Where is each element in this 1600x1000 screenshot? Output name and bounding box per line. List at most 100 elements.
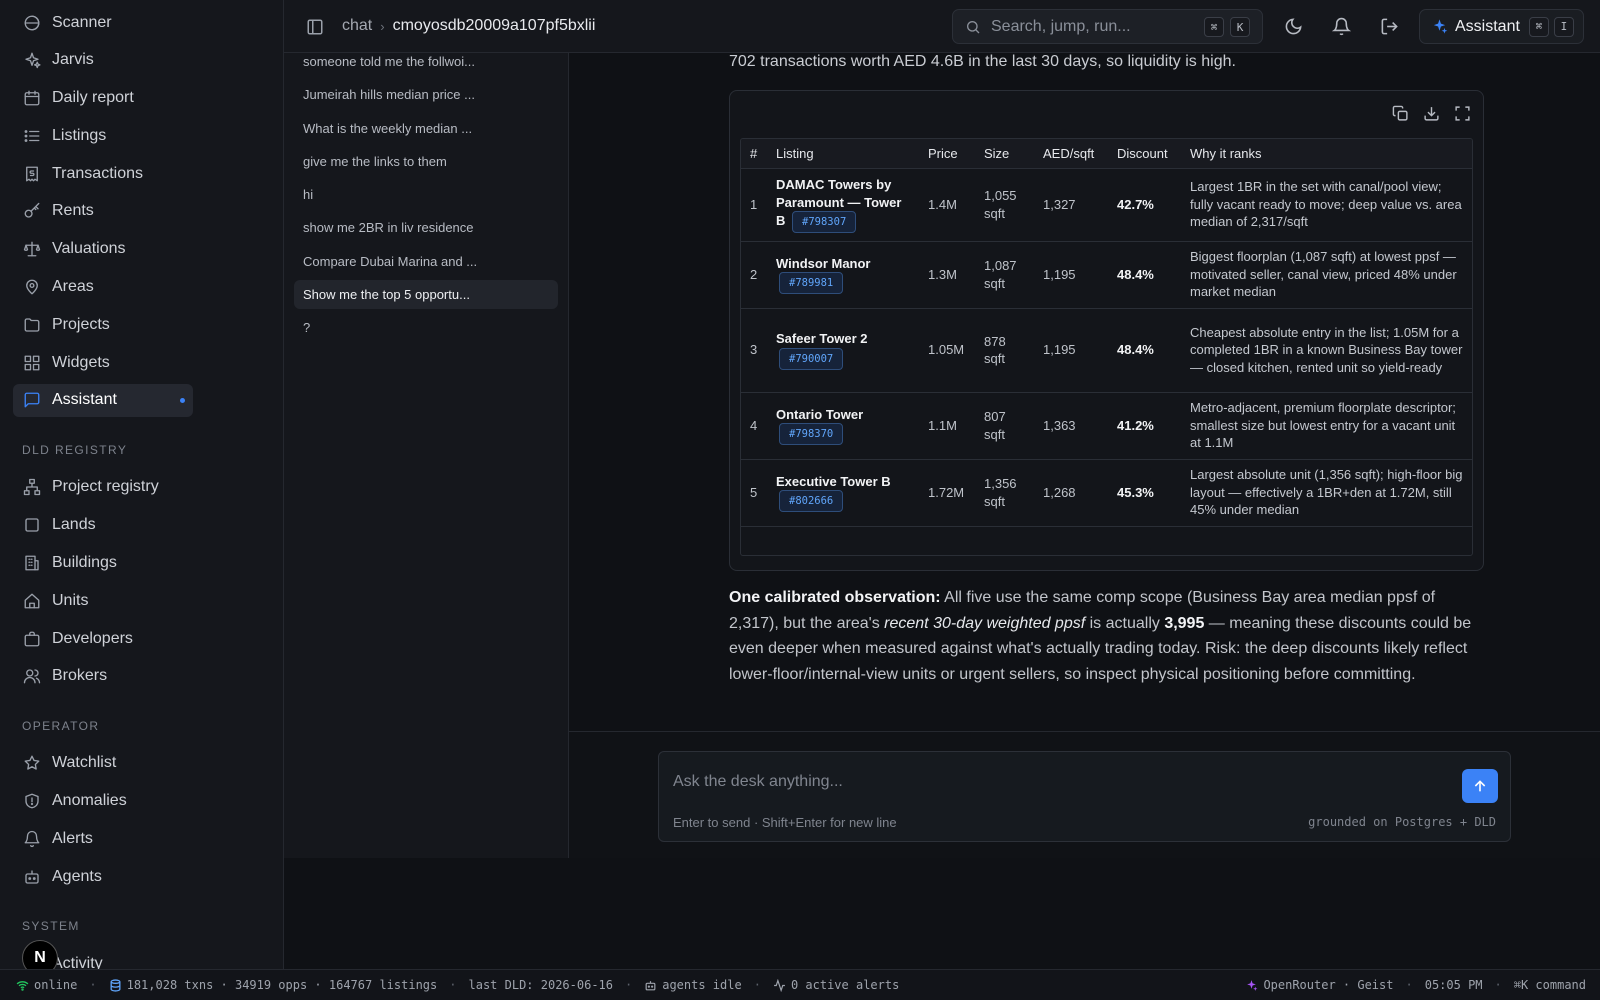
chat-history-item[interactable]: hi [294,180,558,209]
sidebar-item-label: Lands [52,516,96,534]
chat-history-item[interactable]: someone told me the follwoi... [294,47,558,76]
table-row[interactable]: 3 Safeer Tower 2 #790007 1.05M 878 sqft … [741,308,1472,393]
map-pin-icon [23,278,41,296]
sidebar-item-projects[interactable]: Projects [13,308,270,341]
table-header-cell[interactable]: Why it ranks [1181,139,1472,169]
sidebar-item-watchlist[interactable]: Watchlist [13,747,270,780]
row-number: 1 [741,168,767,242]
table-card: # Listing Price Size AED/sqft Discount Why it … [729,90,1484,571]
listing-cell: DAMAC Towers by Paramount — Tower B #798… [767,168,919,242]
sidebar-item-agents[interactable]: Agents [13,860,270,893]
sidebar-item-transactions[interactable]: Transactions [13,157,270,190]
sidebar-item-label: Alerts [52,830,93,848]
ppsf-cell: 1,363 [1034,392,1108,460]
list-icon [23,127,41,145]
sidebar-item-rents[interactable]: Rents [13,195,270,228]
status-command[interactable]: ⌘K command [1514,978,1586,992]
table-header-cell[interactable]: # [741,139,767,169]
table-row[interactable]: 1 DAMAC Towers by Paramount — Tower B #7… [741,168,1472,242]
listing-name: Executive Tower B [776,473,891,489]
table-header-cell[interactable]: Discount [1108,139,1181,169]
status-bar: online · 181,028 txns · 34919 opps · 164… [0,969,1600,1000]
sidebar: Scanner Jarvis Daily report Listings Tra… [0,0,284,969]
listing-cell: Executive Tower B #802666 [767,459,919,527]
price-cell: 1.1M [919,392,975,460]
discount-cell: 48.4% [1108,308,1181,393]
sidebar-item-brokers[interactable]: Brokers [13,660,270,693]
sidebar-item-anomalies[interactable]: Anomalies [13,785,270,818]
discount-cell: 48.4% [1108,241,1181,309]
sidebar-item-buildings[interactable]: Buildings [13,547,270,580]
chat-history-item[interactable]: show me 2BR in liv residence [294,213,558,242]
table-header-cell[interactable]: Size [975,139,1034,169]
listing-cell: Windsor Manor #789981 [767,241,919,309]
status-counts: 181,028 txns · 34919 opps · 164767 listi… [126,978,438,992]
sidebar-item-label: Assistant [52,391,117,409]
chat-history-item[interactable]: ? [294,313,558,342]
listing-cell: Ontario Tower #798370 [767,392,919,460]
discount-cell: 41.2% [1108,392,1181,460]
sidebar-item-units[interactable]: Units [13,584,270,617]
listing-tag[interactable]: #802666 [779,490,844,513]
sidebar-item-label: Transactions [52,164,143,182]
sidebar-item-areas[interactable]: Areas [13,271,270,304]
sidebar-item-widgets[interactable]: Widgets [13,346,270,379]
sidebar-item-valuations[interactable]: Valuations [13,233,270,266]
listing-name: Safeer Tower 2 [776,331,868,347]
kbd-cmd: ⌘ [1204,17,1224,37]
moon-icon[interactable] [1284,17,1303,36]
composer-area: Ask the desk anything... Enter to send ·… [569,731,1600,858]
sidebar-item-project-registry[interactable]: Project registry [13,471,270,504]
breadcrumb-current: cmoyosdb20009a107pf5bxlii [392,17,596,34]
sidebar-item-alerts[interactable]: Alerts [13,823,270,856]
chat-history-item[interactable]: Compare Dubai Marina and ... [294,247,558,276]
message-input[interactable]: Ask the desk anything... Enter to send ·… [658,751,1511,842]
sidebar-item-scanner[interactable]: Scanner [13,6,270,39]
sidebar-item-label: Project registry [52,478,159,496]
chat-history-item[interactable]: Jumeirah hills median price ... [294,80,558,109]
chat-icon [23,391,41,409]
chat-main: 702 transactions worth AED 4.6B in the l… [569,53,1600,731]
search-input[interactable]: Search, jump, run... ⌘ K [952,9,1263,44]
sidebar-item-jarvis[interactable]: Jarvis [13,44,270,77]
price-cell: 1.4M [919,168,975,242]
chat-history-item[interactable]: Show me the top 5 opportu... [294,280,558,310]
listing-tag[interactable]: #798307 [792,211,857,233]
assistant-button[interactable]: Assistant ⌘ I [1419,9,1584,44]
chat-history-item[interactable]: give me the links to them [294,147,558,176]
table-header-cell[interactable]: Price [919,139,975,169]
expand-icon[interactable] [1454,105,1471,122]
table-row[interactable]: 5 Executive Tower B #802666 1.72M 1,356 … [741,459,1472,527]
logout-icon[interactable] [1380,17,1399,36]
panel-toggle-icon[interactable] [306,18,324,36]
sidebar-item-developers[interactable]: Developers [13,622,270,655]
sidebar-item-listings[interactable]: Listings [13,119,270,152]
copy-icon[interactable] [1392,105,1409,122]
operator-nav: Watchlist Anomalies Alerts Agents [13,747,270,893]
sidebar-item-lands[interactable]: Lands [13,509,270,542]
sidebar-item-daily-report[interactable]: Daily report [13,82,270,115]
send-button[interactable] [1462,769,1498,803]
database-icon [109,978,122,992]
table-row[interactable]: 2 Windsor Manor #789981 1.3M 1,087 sqft … [741,241,1472,309]
sidebar-item-assistant[interactable]: Assistant [13,383,193,417]
search-placeholder: Search, jump, run... [991,17,1131,35]
bell-icon[interactable] [1332,17,1351,36]
table-header-cell[interactable]: AED/sqft [1034,139,1108,169]
listing-tag[interactable]: #790007 [779,347,844,370]
assistant-button-label: Assistant [1455,17,1520,35]
listing-tag[interactable]: #789981 [779,272,844,295]
why-cell: Largest 1BR in the set with canal/pool v… [1181,168,1472,242]
row-number: 3 [741,308,767,393]
listing-tag[interactable]: #798370 [779,423,844,446]
key-icon [23,202,41,220]
bot-icon [644,979,657,992]
table-row[interactable]: 4 Ontario Tower #798370 1.1M 807 sqft 1,… [741,392,1472,460]
table-header-cell[interactable]: Listing [767,139,919,169]
folder-icon [23,316,41,334]
receipt-icon [23,165,41,183]
sidebar-item-label: Areas [52,278,94,296]
download-icon[interactable] [1423,105,1440,122]
chat-history-item[interactable]: What is the weekly median ... [294,114,558,143]
breadcrumb-root[interactable]: chat [342,17,372,35]
